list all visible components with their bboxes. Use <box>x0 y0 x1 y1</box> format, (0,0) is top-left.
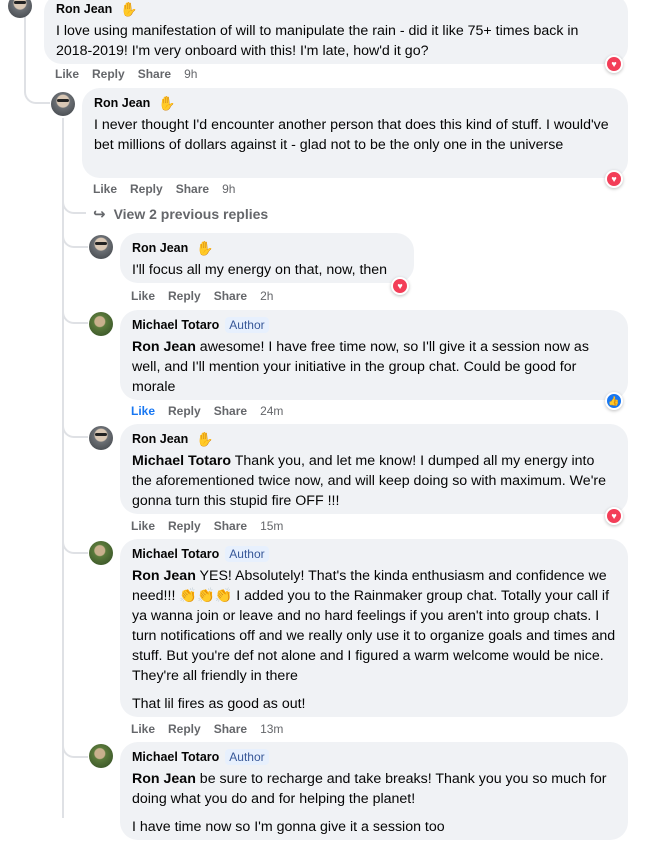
reply-button[interactable]: Reply <box>168 289 201 303</box>
avatar[interactable] <box>89 426 113 450</box>
comment-bubble: Ron Jean ✋ Michael Totaro Thank you, and… <box>120 424 628 514</box>
reply-button[interactable]: Reply <box>168 404 201 418</box>
author-name[interactable]: Michael Totaro <box>132 547 219 561</box>
thread-connector <box>24 52 50 104</box>
thread-connector <box>62 420 88 438</box>
comment-text: Ron Jean awesome! I have free time now, … <box>132 337 616 397</box>
heart-reaction-icon[interactable]: ♥ <box>605 55 623 73</box>
like-button[interactable]: Like <box>131 404 155 418</box>
avatar[interactable] <box>89 744 113 768</box>
comment-body: awesome! I have free time now, so I'll g… <box>132 339 589 395</box>
comment-text-paragraph: I have time now so I'm gonna give it a s… <box>132 819 445 835</box>
reply-button[interactable]: Reply <box>130 182 163 196</box>
avatar[interactable] <box>89 235 113 259</box>
thread-connector <box>62 196 86 214</box>
like-button[interactable]: Like <box>131 519 155 533</box>
comment-bubble: Michael Totaro Author Ron Jean be sure t… <box>120 742 628 840</box>
thread-connector <box>62 536 88 554</box>
timestamp[interactable]: 9h <box>184 67 197 81</box>
comment-actions: Like Reply Share 9h <box>55 67 210 81</box>
timestamp[interactable]: 2h <box>260 289 273 303</box>
comment-body: YES! Absolutely! That's the kinda enthus… <box>132 568 616 684</box>
thread-connector <box>62 226 88 248</box>
author-badge: Author <box>225 317 269 333</box>
author-name[interactable]: Ron Jean <box>132 432 188 446</box>
thread-connector <box>62 306 88 324</box>
reply-button[interactable]: Reply <box>92 67 125 81</box>
comment-bubble: Ron Jean ✋ I'll focus all my energy on t… <box>120 233 414 283</box>
comment-text: I never thought I'd encounter another pe… <box>94 117 609 153</box>
comment-bubble: Michael Totaro Author Ron Jean YES! Abso… <box>120 539 628 717</box>
reply-button[interactable]: Reply <box>168 722 201 736</box>
thumbs-up-reaction-icon[interactable]: 👍 <box>605 392 623 410</box>
waving-hand-icon: ✋ <box>120 1 138 17</box>
comment-actions: Like Reply Share 13m <box>131 722 296 736</box>
mention[interactable]: Ron Jean <box>132 568 196 584</box>
comment-bubble: Michael Totaro Author Ron Jean awesome! … <box>120 310 628 400</box>
timestamp[interactable]: 9h <box>222 182 235 196</box>
comment-bubble: Ron Jean ✋ I love using manifestation of… <box>44 0 628 64</box>
avatar[interactable] <box>8 0 32 18</box>
thread-line <box>62 118 64 818</box>
thread-line <box>24 16 26 56</box>
avatar[interactable] <box>89 541 113 565</box>
timestamp[interactable]: 13m <box>260 722 283 736</box>
reply-arrow-icon: ↪ <box>93 206 106 223</box>
share-button[interactable]: Share <box>138 67 171 81</box>
comment-body: be sure to recharge and take breaks! Tha… <box>132 771 607 807</box>
view-replies-label: View 2 previous replies <box>113 206 269 222</box>
comment-bubble: Ron Jean ✋ I never thought I'd encounter… <box>82 88 628 178</box>
heart-reaction-icon[interactable]: ♥ <box>605 507 623 525</box>
share-button[interactable]: Share <box>176 182 209 196</box>
view-previous-replies-link[interactable]: ↪ View 2 previous replies <box>93 205 268 223</box>
mention[interactable]: Ron Jean <box>132 771 196 787</box>
like-button[interactable]: Like <box>55 67 79 81</box>
like-button[interactable]: Like <box>131 722 155 736</box>
like-button[interactable]: Like <box>93 182 117 196</box>
mention[interactable]: Ron Jean <box>132 339 196 355</box>
author-badge: Author <box>225 749 269 765</box>
comment-actions: Like Reply Share 9h <box>93 182 248 196</box>
waving-hand-icon: ✋ <box>196 431 214 447</box>
author-name[interactable]: Ron Jean <box>56 2 112 16</box>
comment-actions: Like Reply Share 24m <box>131 404 296 418</box>
comment-text: I love using manifestation of will to ma… <box>56 23 579 59</box>
share-button[interactable]: Share <box>214 404 247 418</box>
author-name[interactable]: Ron Jean <box>132 241 188 255</box>
like-button[interactable]: Like <box>131 289 155 303</box>
avatar[interactable] <box>51 92 75 116</box>
comment-text: Michael Totaro Thank you, and let me kno… <box>132 451 616 511</box>
timestamp[interactable]: 15m <box>260 519 283 533</box>
comment-text: Ron Jean be sure to recharge and take br… <box>132 769 616 809</box>
waving-hand-icon: ✋ <box>158 95 176 111</box>
waving-hand-icon: ✋ <box>196 240 214 256</box>
comment-text-paragraph: That lil fires as good as out! <box>132 696 306 712</box>
comment-text: I'll focus all my energy on that, now, t… <box>132 262 388 278</box>
author-name[interactable]: Michael Totaro <box>132 318 219 332</box>
reply-button[interactable]: Reply <box>168 519 201 533</box>
author-badge: Author <box>225 546 269 562</box>
share-button[interactable]: Share <box>214 519 247 533</box>
heart-reaction-icon[interactable]: ♥ <box>605 170 623 188</box>
comment-text: Ron Jean YES! Absolutely! That's the kin… <box>132 566 616 686</box>
author-name[interactable]: Ron Jean <box>94 96 150 110</box>
comment-actions: Like Reply Share 15m <box>131 519 296 533</box>
thread-connector <box>62 740 88 758</box>
timestamp[interactable]: 24m <box>260 404 283 418</box>
share-button[interactable]: Share <box>214 722 247 736</box>
share-button[interactable]: Share <box>214 289 247 303</box>
author-name[interactable]: Michael Totaro <box>132 750 219 764</box>
heart-reaction-icon[interactable]: ♥ <box>391 277 409 295</box>
comment-actions: Like Reply Share 2h <box>131 289 286 303</box>
avatar[interactable] <box>89 312 113 336</box>
mention[interactable]: Michael Totaro <box>132 453 231 469</box>
